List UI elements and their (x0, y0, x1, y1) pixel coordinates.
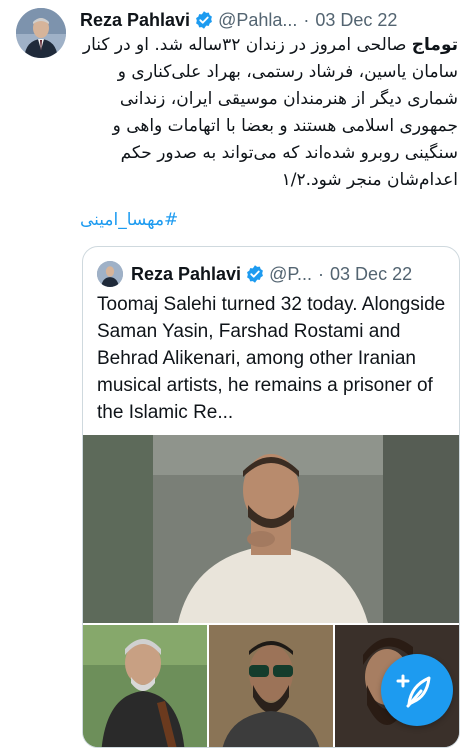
quoted-header: Reza Pahlavi @P... · 03 Dec 22 (131, 261, 445, 287)
hashtag-link[interactable]: #مهسا_امینی (80, 210, 200, 230)
tweet-date[interactable]: 03 Dec 22 (315, 10, 397, 31)
quoted-author-avatar[interactable] (97, 261, 123, 287)
media-photo-3[interactable] (209, 625, 333, 747)
quoted-avatar-image (97, 261, 123, 287)
quoted-header-separator: · (318, 263, 325, 284)
tweet-text: توماج صالحی امروز در زندان ۳۲ساله شد. او… (80, 32, 458, 194)
author-name[interactable]: Reza Pahlavi (80, 10, 190, 31)
author-handle[interactable]: @Pahla... (218, 10, 297, 31)
photo-sunglasses-graphic (209, 625, 333, 747)
tweet-text-bold[interactable]: توماج (412, 35, 458, 55)
avatar-image (16, 8, 66, 58)
verified-badge-icon (196, 11, 212, 29)
quoted-author-name: Reza Pahlavi (131, 263, 242, 284)
photo-musician-graphic (83, 625, 207, 747)
quoted-tweet-date: 03 Dec 22 (330, 263, 413, 284)
media-photo-main[interactable] (83, 435, 459, 623)
quoted-tweet-text: Toomaj Salehi turned 32 today. Alongside… (97, 294, 446, 423)
photo-portrait-graphic (83, 435, 459, 623)
media-photo-2[interactable] (83, 625, 207, 747)
tweet[interactable]: Reza Pahlavi @Pahla... · 03 Dec 22 توماج… (0, 0, 474, 748)
header-separator: · (303, 9, 310, 30)
author-avatar[interactable] (16, 8, 66, 58)
compose-tweet-button[interactable] (381, 654, 453, 726)
quoted-author-handle: @P... (269, 263, 313, 284)
tweet-header: Reza Pahlavi @Pahla... · 03 Dec 22 (80, 8, 460, 32)
compose-tweet-icon (396, 674, 431, 708)
tweet-text-rest: صالحی امروز در زندان ۳۲ساله شد. او در کن… (82, 35, 458, 190)
quoted-verified-badge-icon (247, 265, 263, 283)
